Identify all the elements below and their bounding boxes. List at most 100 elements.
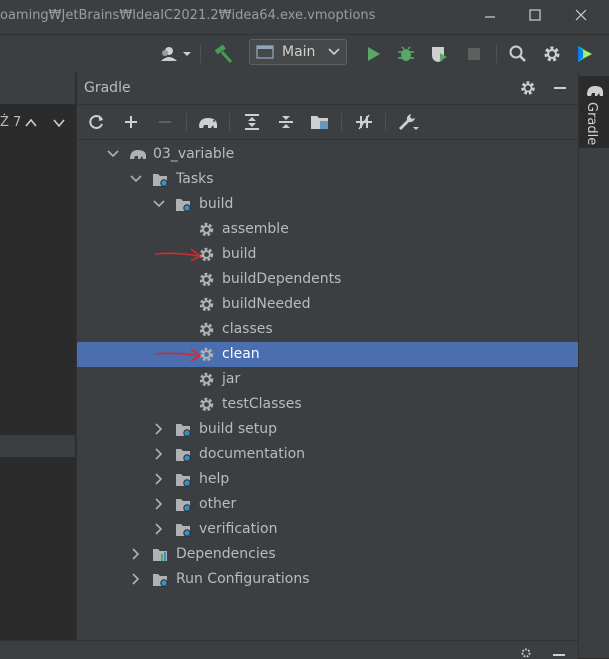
left-panel-fragment: Ż 7 xyxy=(0,115,22,130)
run-config-label: Main xyxy=(282,44,316,60)
chevron-right-icon[interactable] xyxy=(152,522,166,536)
tree-row-verification[interactable]: verification xyxy=(77,517,579,542)
tree-row-clean[interactable]: clean xyxy=(77,342,579,367)
tree-row-label: verification xyxy=(199,521,278,537)
toolbar-separator xyxy=(385,113,386,131)
gradle-elephant-icon xyxy=(199,118,217,128)
chevron-right-icon[interactable] xyxy=(152,422,166,436)
tree-row-label: buildDependents xyxy=(222,271,342,287)
tree-row-label: Run Configurations xyxy=(176,571,310,587)
settings-icon xyxy=(544,46,560,62)
coverage-icon xyxy=(432,47,447,62)
application-icon xyxy=(256,45,274,59)
tree-row-label: other xyxy=(199,496,237,512)
gear-icon xyxy=(521,648,531,658)
debug-button[interactable] xyxy=(393,41,419,67)
user-menu-button[interactable] xyxy=(157,41,193,67)
dependencies-icon xyxy=(153,549,167,561)
tree-row-tasks[interactable]: Tasks xyxy=(77,167,579,192)
gradle-tool-window: Gradle 03_variable Tasks build assemble … xyxy=(76,72,579,640)
tree-row-builddependents[interactable]: buildDependents xyxy=(77,267,579,292)
run-button[interactable] xyxy=(360,41,386,67)
tree-row-documentation[interactable]: documentation xyxy=(77,442,579,467)
tasks-folder-icon xyxy=(153,174,168,187)
left-panel-divider xyxy=(0,435,75,457)
tree-row-label: assemble xyxy=(222,221,289,237)
tree-row-build[interactable]: build xyxy=(77,192,579,217)
tree-row-testclasses[interactable]: testClasses xyxy=(77,392,579,417)
settings-button[interactable] xyxy=(539,41,565,67)
stop-button[interactable] xyxy=(461,41,487,67)
execute-task-button[interactable] xyxy=(195,109,221,135)
gradle-elephant-icon xyxy=(130,150,146,159)
tree-row-label: testClasses xyxy=(222,396,302,412)
tree-row-buildneeded[interactable]: buildNeeded xyxy=(77,292,579,317)
tree-row-label: clean xyxy=(222,346,260,362)
tree-row-build-setup[interactable]: build setup xyxy=(77,417,579,442)
chevron-down-icon xyxy=(53,119,65,128)
build-tool-settings-button[interactable] xyxy=(395,109,421,135)
group-modules-button[interactable] xyxy=(307,109,333,135)
gradle-tool-tab[interactable]: Gradle xyxy=(579,76,609,148)
remove-project-button[interactable] xyxy=(152,109,178,135)
tree-row-jar[interactable]: jar xyxy=(77,367,579,392)
run-config-selector[interactable]: Main xyxy=(249,39,347,65)
expand-all-button[interactable] xyxy=(239,109,265,135)
gradle-tab-label: Gradle xyxy=(584,102,599,146)
toolbox-button[interactable] xyxy=(572,41,598,67)
maximize-icon xyxy=(529,9,541,21)
chevron-right-icon[interactable] xyxy=(152,497,166,511)
toggle-offline-button[interactable] xyxy=(351,109,377,135)
close-icon xyxy=(575,9,587,21)
debug-icon xyxy=(398,46,414,61)
offline-mode-icon xyxy=(356,114,372,130)
collapse-all-icon xyxy=(279,116,293,128)
tasks-folder-icon xyxy=(176,499,191,512)
chevron-up-icon xyxy=(25,118,37,127)
chevron-down-icon[interactable] xyxy=(129,172,143,186)
folder-modules-icon xyxy=(311,116,328,129)
expand-all-icon xyxy=(245,114,259,130)
search-button[interactable] xyxy=(505,41,531,67)
coverage-button[interactable] xyxy=(426,41,452,67)
tree-row-classes[interactable]: classes xyxy=(77,317,579,342)
chevron-down-icon xyxy=(328,48,340,56)
minimize-button[interactable] xyxy=(479,4,503,28)
build-button[interactable] xyxy=(210,41,236,67)
bottom-panel-header xyxy=(0,640,578,659)
run-icon xyxy=(368,47,380,61)
gear-icon xyxy=(199,397,214,412)
tasks-folder-icon xyxy=(176,424,191,437)
chevron-right-icon[interactable] xyxy=(129,547,143,561)
gear-icon xyxy=(199,272,214,287)
chevron-down-icon[interactable] xyxy=(152,197,166,211)
tree-row-label: jar xyxy=(222,371,241,387)
run-configs-icon xyxy=(153,574,168,587)
gradle-settings-button[interactable] xyxy=(515,75,541,101)
toolbox-icon xyxy=(578,46,592,62)
tasks-folder-icon xyxy=(176,449,191,462)
collapse-all-button[interactable] xyxy=(273,109,299,135)
maximize-button[interactable] xyxy=(523,4,547,28)
add-project-button[interactable] xyxy=(118,109,144,135)
tree-row-label: build xyxy=(222,246,257,262)
tree-row-run-configurations[interactable]: Run Configurations xyxy=(77,567,579,592)
hide-panel-button[interactable] xyxy=(547,75,573,101)
chevron-right-icon[interactable] xyxy=(129,572,143,586)
close-button[interactable] xyxy=(569,4,593,28)
reload-button[interactable] xyxy=(84,109,110,135)
tree-row-dependencies[interactable]: Dependencies xyxy=(77,542,579,567)
tree-row-build[interactable]: build xyxy=(77,242,579,267)
chevron-down-icon[interactable] xyxy=(106,147,120,161)
chevron-right-icon[interactable] xyxy=(152,472,166,486)
gradle-elephant-icon xyxy=(587,86,603,96)
tree-row-03_variable[interactable]: 03_variable xyxy=(77,142,579,167)
gradle-panel-header: Gradle xyxy=(77,72,579,105)
tree-row-assemble[interactable]: assemble xyxy=(77,217,579,242)
plus-icon xyxy=(125,116,137,128)
tree-row-other[interactable]: other xyxy=(77,492,579,517)
chevron-right-icon[interactable] xyxy=(152,447,166,461)
tree-row-help[interactable]: help xyxy=(77,467,579,492)
title-bar: oaming₩JetBrains₩IdeaIC2021.2₩idea64.exe… xyxy=(0,0,609,34)
tree-row-label: documentation xyxy=(199,446,306,462)
